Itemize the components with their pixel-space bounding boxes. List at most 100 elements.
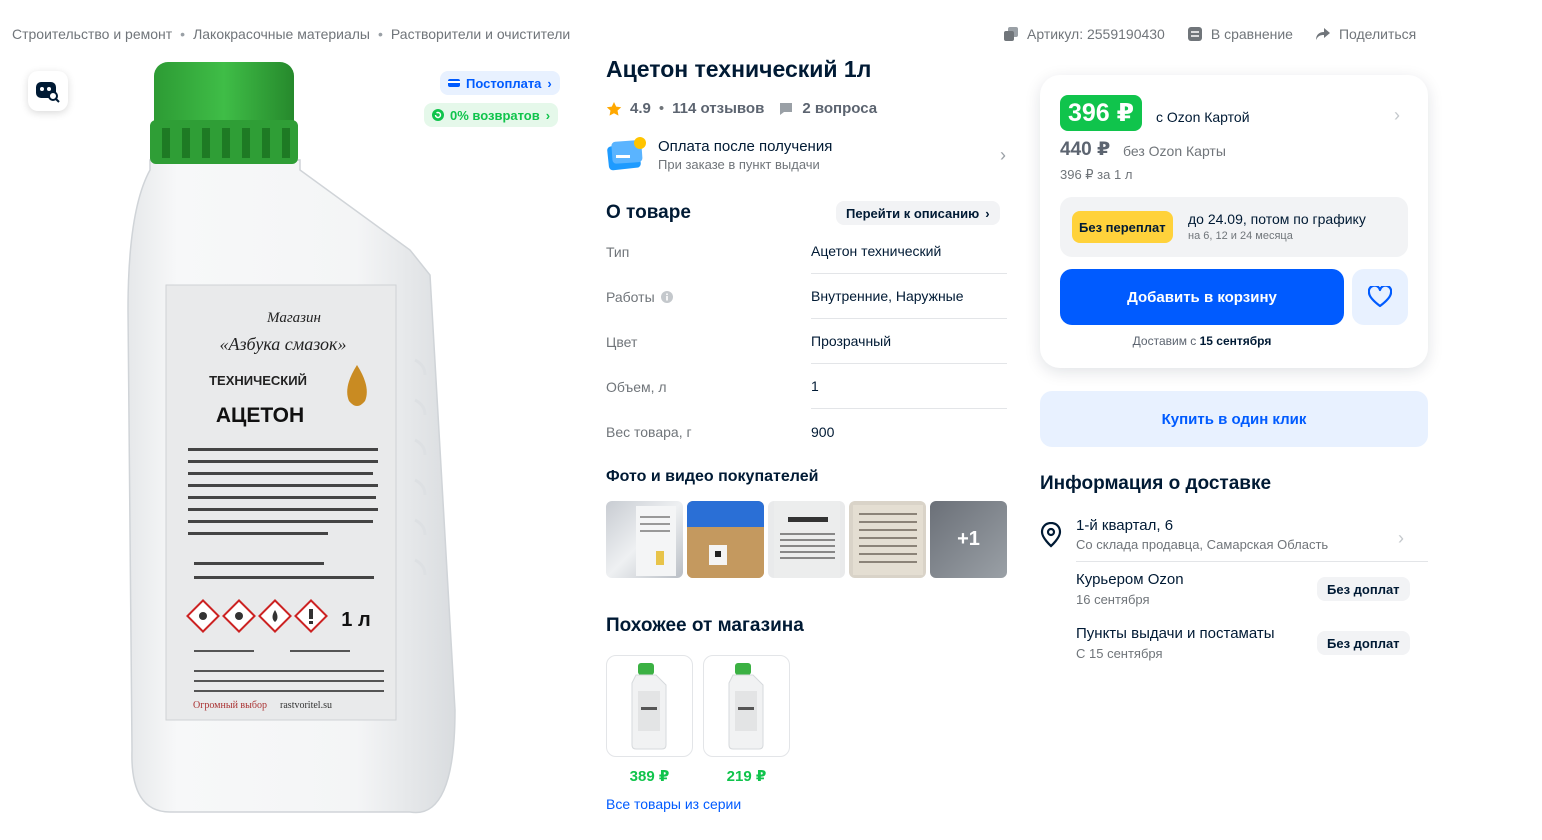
regular-price-label: без Ozon Карты — [1123, 143, 1226, 159]
delivery-note-prefix: Доставим с — [1132, 334, 1200, 348]
compare-link[interactable]: В сравнение — [1187, 26, 1293, 42]
delivery-address-source: Со склада продавца, Самарская Область — [1076, 537, 1329, 552]
spec-value: 1 — [811, 364, 1007, 409]
share-label: Поделиться — [1338, 26, 1417, 42]
chevron-right-icon[interactable]: › — [1398, 528, 1404, 549]
spec-row: Вес товара, г 900 — [606, 409, 1007, 454]
customer-photos: +1 — [606, 501, 1007, 578]
similar-bottle-image — [631, 663, 666, 750]
delivery-option-title: Курьером Ozon — [1076, 571, 1184, 588]
delivery-option-date: 16 сентября — [1076, 592, 1150, 607]
photo-paper-image — [853, 505, 923, 575]
acetone-bottle-image: Магазин «Азбука смазок» ТЕХНИЧЕСКИЙ АЦЕТ… — [127, 62, 456, 814]
spec-key-with-info: Работы — [606, 289, 811, 305]
chevron-right-icon: › — [1000, 144, 1006, 165]
favorite-button[interactable] — [1352, 269, 1408, 325]
product-title: Ацетон технический 1л — [606, 56, 872, 82]
delivery-option-title: Пункты выдачи и постаматы — [1076, 625, 1275, 642]
spec-value: 900 — [811, 423, 835, 440]
specs-table: Тип Ацетон технический Работы Внутренние… — [606, 229, 1007, 454]
label-slogan: Огромный выбор — [193, 700, 267, 711]
spec-value: Внутренние, Наружные — [811, 274, 1007, 319]
installment-title: до 24.09, потом по графику — [1188, 211, 1366, 227]
info-icon[interactable] — [660, 290, 673, 303]
spec-key: Работы — [606, 288, 655, 305]
spec-value: Прозрачный — [811, 319, 1007, 364]
label-shop: Магазин — [266, 310, 321, 326]
divider — [1076, 561, 1428, 562]
goto-description-button[interactable]: Перейти к описанию › — [836, 201, 1000, 225]
unit-price: 396 ₽ за 1 л — [1060, 167, 1133, 182]
pay-subtitle: При заказе в пункт выдачи — [658, 157, 820, 172]
rating-row[interactable]: 4.9 • 114 отзывов 2 вопроса — [606, 100, 877, 117]
pay-title: Оплата после получения — [658, 138, 833, 155]
ozon-card-price-label: с Ozon Картой — [1156, 109, 1250, 125]
all-series-link[interactable]: Все товары из серии — [606, 796, 741, 812]
photo-label-image — [774, 501, 840, 578]
customer-photo-thumb[interactable] — [768, 501, 845, 578]
camera-search-icon — [36, 82, 60, 103]
compare-label: В сравнение — [1210, 26, 1293, 42]
photo-box-image — [687, 501, 764, 578]
breadcrumb-item[interactable]: Растворители и очистители — [391, 26, 570, 42]
buy-one-click-button[interactable]: Купить в один клик — [1040, 391, 1428, 447]
postpay-label: Постоплата — [466, 75, 542, 91]
delivery-option-badge: Без доплат — [1317, 577, 1410, 601]
payment-cards-icon — [607, 137, 646, 171]
product-main-image[interactable]: Магазин «Азбука смазок» ТЕХНИЧЕСКИЙ АЦЕТ… — [110, 60, 470, 820]
spec-key: Вес товара, г — [606, 423, 692, 440]
similar-product-card[interactable] — [703, 655, 790, 757]
label-kind: ТЕХНИЧЕСКИЙ — [209, 373, 307, 388]
top-actions: Артикул: 2559190430 В сравнение Поделить… — [1003, 26, 1416, 42]
search-by-photo-button[interactable] — [28, 71, 68, 111]
goto-description-label: Перейти к описанию — [846, 205, 980, 221]
breadcrumb-item[interactable]: Лакокрасочные материалы — [193, 26, 370, 42]
customer-photo-thumb[interactable] — [849, 501, 926, 578]
delivery-heading: Информация о доставке — [1040, 473, 1272, 494]
delivery-address[interactable]: 1-й квартал, 6 — [1076, 517, 1173, 534]
spec-key: Объем, л — [606, 378, 667, 395]
breadcrumb-separator: • — [180, 26, 186, 42]
customer-photo-more[interactable]: +1 — [930, 501, 1007, 578]
customer-photos-heading: Фото и видео покупателей — [606, 468, 819, 485]
similar-product-price: 219 ₽ — [726, 768, 767, 785]
breadcrumb-item[interactable]: Строительство и ремонт — [12, 26, 172, 42]
chevron-right-icon: › — [985, 205, 990, 221]
ozon-card-price[interactable]: 396 ₽ — [1060, 95, 1143, 131]
regular-price: 440 ₽ — [1060, 139, 1111, 160]
customer-photo-thumb[interactable] — [606, 501, 683, 578]
similar-product-card[interactable] — [606, 655, 693, 757]
customer-photo-thumb[interactable] — [687, 501, 764, 578]
delivery-note-date: 15 сентября — [1199, 334, 1272, 348]
photos-more-count: +1 — [957, 528, 980, 550]
share-link[interactable]: Поделиться — [1315, 26, 1416, 42]
location-pin-icon — [1040, 522, 1062, 548]
chevron-right-icon[interactable]: › — [1394, 105, 1400, 126]
article-number: Артикул: 2559190430 — [1027, 26, 1165, 42]
heart-icon — [1368, 286, 1392, 308]
label-volume: 1 л — [341, 609, 370, 631]
rating-value: 4.9 — [630, 100, 651, 117]
similar-heading: Похожее от магазина — [606, 615, 804, 636]
chevron-right-icon: › — [545, 107, 551, 123]
delivery-option-date: С 15 сентября — [1076, 646, 1163, 661]
reviews-count[interactable]: 114 отзывов — [672, 100, 764, 117]
delivery-option-badge: Без доплат — [1317, 631, 1410, 655]
breadcrumb: Строительство и ремонт • Лакокрасочные м… — [12, 26, 570, 42]
label-name: АЦЕТОН — [216, 404, 304, 427]
spec-row: Объем, л 1 — [606, 364, 1007, 409]
label-brand: «Азбука смазок» — [220, 334, 347, 354]
question-bubble-icon — [780, 102, 793, 115]
spec-row: Работы Внутренние, Наружные — [606, 274, 1007, 319]
questions-count[interactable]: 2 вопроса — [802, 100, 877, 117]
article-copy[interactable]: Артикул: 2559190430 — [1003, 26, 1165, 42]
label-site: rastvoritel.su — [280, 700, 332, 711]
delivery-note: Доставим с 15 сентября — [1060, 334, 1344, 348]
copy-icon — [1004, 27, 1018, 41]
rating-dot: • — [658, 100, 665, 117]
spec-value: Ацетон технический — [811, 229, 1007, 274]
similar-bottle-image — [728, 663, 763, 750]
similar-product-price: 389 ₽ — [629, 768, 670, 785]
add-to-cart-button[interactable]: Добавить в корзину — [1060, 269, 1344, 325]
pay-after-receive[interactable]: Оплата после получения При заказе в пунк… — [606, 134, 1006, 176]
